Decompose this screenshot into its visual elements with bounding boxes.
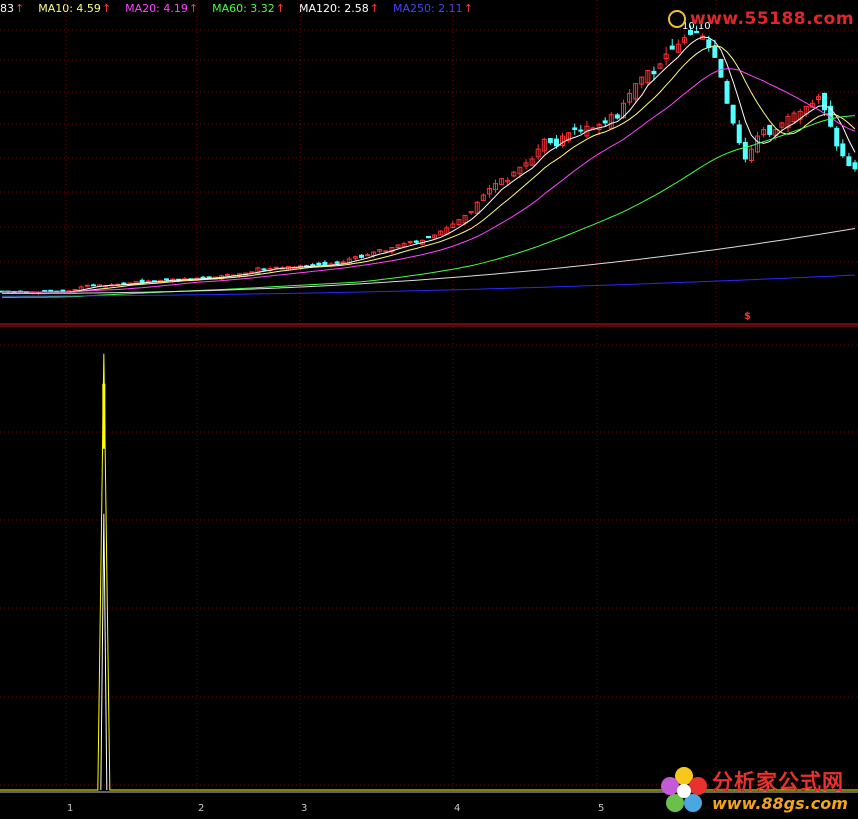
candle — [358, 254, 364, 258]
candle — [340, 261, 346, 264]
candle — [718, 58, 724, 78]
watermark-88gs: 分析家公式网 www.88gs.com — [656, 762, 858, 819]
candle — [712, 46, 718, 58]
signal-marker: $ — [744, 311, 751, 322]
candle — [84, 284, 90, 287]
ma5-line — [2, 36, 856, 293]
candle — [316, 262, 322, 266]
signal-inner — [100, 513, 108, 791]
x-tick-label: 2 — [198, 803, 205, 814]
candle — [206, 276, 212, 279]
kline-chart — [0, 0, 858, 793]
candle — [572, 127, 578, 130]
candle — [72, 289, 78, 292]
candle — [224, 273, 230, 276]
candle — [706, 39, 712, 49]
candle — [602, 120, 608, 124]
candle — [547, 138, 553, 144]
candle — [852, 162, 858, 170]
candle — [724, 81, 730, 104]
candle — [426, 235, 431, 239]
watermark-55188: www.55188.com — [668, 8, 858, 32]
candle — [365, 254, 371, 257]
signal-line — [0, 353, 858, 791]
watermark-bottom-cn: 分析家公式网 — [712, 770, 844, 794]
ma60-line — [1, 115, 856, 298]
watermark-logo-icon — [668, 10, 686, 28]
candle — [553, 138, 559, 147]
candle — [413, 240, 419, 243]
candle — [273, 266, 279, 269]
candle — [822, 92, 828, 111]
candle — [834, 127, 840, 147]
candle — [578, 129, 584, 132]
candle — [164, 278, 170, 281]
x-tick-label: 1 — [67, 803, 74, 814]
watermark-top-text: www.55188.com — [690, 9, 855, 29]
candle — [383, 250, 389, 253]
candle — [614, 114, 620, 119]
candle — [407, 241, 413, 244]
candle — [310, 264, 316, 267]
candle — [846, 156, 852, 167]
candle — [90, 284, 96, 287]
candle — [261, 268, 267, 271]
x-tick-label: 3 — [301, 803, 308, 814]
candle — [730, 104, 736, 124]
candle — [651, 70, 657, 75]
candle — [840, 143, 846, 157]
candle — [200, 276, 206, 279]
candle — [736, 124, 742, 144]
flower-logo-icon — [661, 767, 707, 812]
x-tick-label: 4 — [454, 803, 461, 814]
x-tick-label: 5 — [598, 803, 605, 814]
candle — [767, 124, 773, 135]
candle — [249, 271, 255, 274]
watermark-bottom-url: www.88gs.com — [712, 794, 848, 813]
candle — [334, 261, 340, 264]
candle — [121, 282, 127, 285]
candle — [669, 45, 675, 50]
candle — [742, 141, 748, 160]
